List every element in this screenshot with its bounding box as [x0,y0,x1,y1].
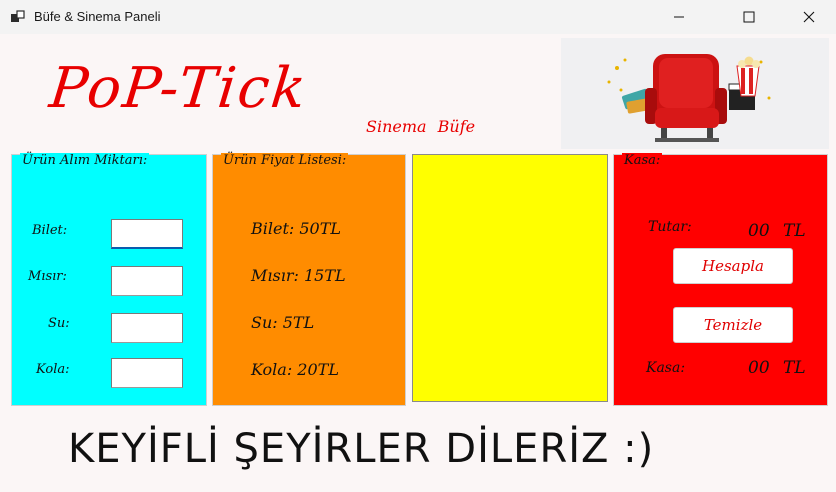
footer-message: KEYİFLİ ŞEYİRLER DİLERİZ :) [68,426,655,472]
kasa-group-title: Kasa: [622,153,663,168]
misir-quantity-label: Mısır: [28,269,67,284]
receipt-listbox[interactable] [412,154,608,402]
maximize-icon [743,11,755,23]
app-subtitle: Sinema Büfe [366,117,476,136]
title-bar: Büfe & Sinema Paneli [0,0,836,34]
window-title: Büfe & Sinema Paneli [34,9,161,24]
bilet-quantity-input[interactable] [111,219,183,249]
price-item-bilet: Bilet: 50TL [251,219,342,238]
kasa-group: Kasa: Tutar: 00 TL Hesapla Temizle Kasa:… [613,153,828,406]
misir-quantity-input[interactable] [111,266,183,296]
minimize-button[interactable] [656,0,702,34]
kasa-value: 00 TL [748,358,806,378]
maximize-button[interactable] [726,0,772,34]
tutar-label: Tutar: [648,219,692,235]
bilet-quantity-label: Bilet: [32,223,68,238]
price-item-kola: Kola: 20TL [251,360,339,379]
tutar-value: 00 TL [748,221,806,241]
quantity-group-title: Ürün Alım Miktarı: [20,153,150,168]
kola-quantity-input[interactable] [111,358,183,388]
su-quantity-input[interactable] [111,313,183,343]
quantity-group: Ürün Alım Miktarı: Bilet: Mısır: Su: Kol… [11,153,207,406]
kasa-label: Kasa: [646,360,686,376]
price-list-group: Ürün Fiyat Listesi: Bilet: 50TL Mısır: 1… [212,153,406,406]
temizle-button[interactable]: Temizle [673,307,793,343]
su-quantity-label: Su: [48,316,70,331]
close-icon [803,11,815,23]
app-icon [11,10,25,22]
cinema-seat-popcorn-image [561,38,829,149]
price-list-group-title: Ürün Fiyat Listesi: [221,153,349,168]
app-logo: PoP-Tick [46,56,311,121]
price-item-misir: Mısır: 15TL [251,266,346,285]
minimize-icon [674,16,684,18]
hesapla-button[interactable]: Hesapla [673,248,793,284]
main-panel: PoP-Tick Sinema Büfe Ürün Alım Miktarı: … [0,34,836,492]
price-item-su: Su: 5TL [251,313,315,332]
kola-quantity-label: Kola: [36,362,70,377]
close-button[interactable] [786,0,832,34]
